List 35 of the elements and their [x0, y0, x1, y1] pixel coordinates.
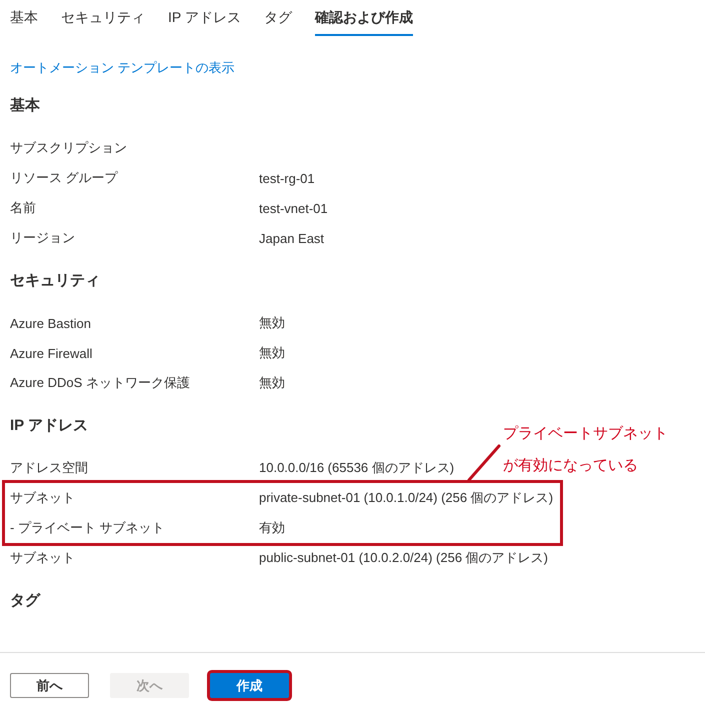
section-heading: セキュリティ: [10, 271, 100, 291]
row-label: Azure Bastion: [10, 316, 92, 330]
row-label: Azure DDoS ネットワーク保護: [10, 374, 191, 392]
row-value: 無効: [259, 344, 285, 362]
row-value: Japan East: [259, 230, 324, 246]
section-heading: 基本: [10, 96, 40, 116]
tab[interactable]: 基本: [10, 0, 38, 36]
row-value: 有効: [259, 519, 285, 537]
row-label: アドレス空間: [10, 459, 89, 477]
create-button[interactable]: 作成: [210, 673, 289, 698]
tab[interactable]: IP アドレス: [168, 0, 241, 36]
row-label: - プライベート サブネット: [10, 519, 166, 537]
row-value: 無効: [259, 374, 285, 392]
row-value: 無効: [259, 314, 285, 332]
row-label: サブネット: [10, 489, 76, 507]
annotation-text: が有効になっている: [503, 456, 639, 476]
row-value: public-subnet-01 (10.0.2.0/24) (256 個のアドレス): [259, 549, 548, 567]
row-label: 名前: [10, 199, 37, 217]
row-value: test-rg-01: [259, 170, 315, 186]
annotation-text: プライベートサブネット: [503, 424, 668, 444]
section-heading: タグ: [10, 591, 40, 611]
row-label: リージョン: [10, 229, 76, 247]
tab[interactable]: タグ: [264, 0, 292, 36]
template-link[interactable]: オートメーション テンプレートの表示: [10, 58, 235, 78]
nav-button[interactable]: 前へ: [10, 673, 89, 698]
row-value: 10.0.0.0/16 (65536 個のアドレス): [259, 459, 454, 477]
row-label: サブネット: [10, 549, 76, 567]
row-label: サブスクリプション: [10, 139, 128, 157]
section-heading: IP アドレス: [10, 416, 88, 436]
row-value: test-vnet-01: [259, 200, 328, 216]
row-value: private-subnet-01 (10.0.1.0/24) (256 個のアドレス): [259, 489, 554, 507]
row-label: Azure Firewall: [10, 346, 94, 360]
row-label: リソース グループ: [10, 169, 119, 187]
tab[interactable]: セキュリティ: [61, 0, 145, 36]
tab[interactable]: 確認および作成: [314, 0, 413, 36]
